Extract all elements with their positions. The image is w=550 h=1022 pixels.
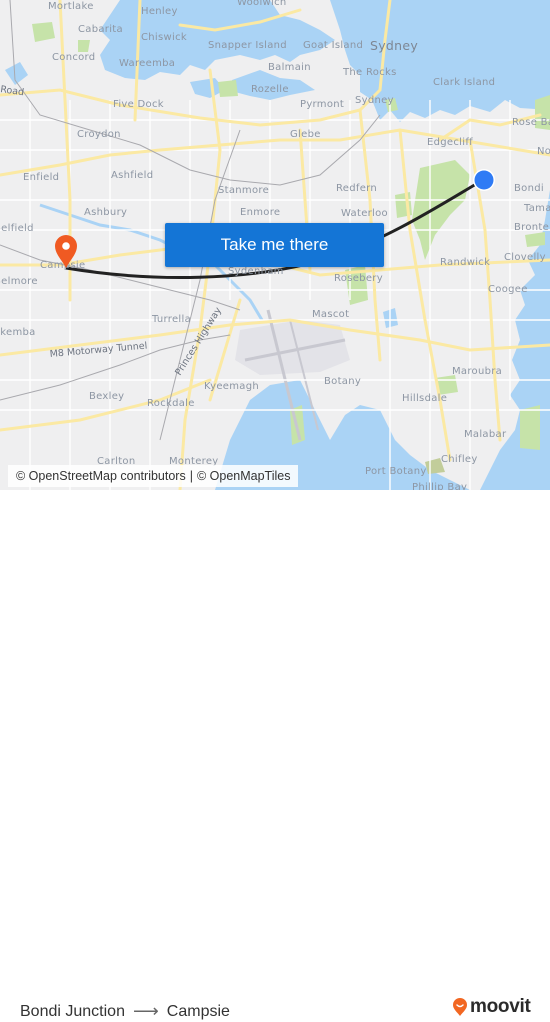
osm-attribution-link[interactable]: © OpenStreetMap contributors xyxy=(16,469,186,483)
place-label: Clark Island xyxy=(433,77,495,88)
place-label: Rosebery xyxy=(334,273,383,284)
origin-marker-icon[interactable] xyxy=(473,169,495,191)
place-label: Rockdale xyxy=(147,398,195,409)
place-label: Balmain xyxy=(268,62,311,73)
place-label: Bronte xyxy=(514,222,549,233)
place-label: Kyeemagh xyxy=(204,381,259,392)
city-label: Sydney xyxy=(370,38,418,53)
place-label: Five Dock xyxy=(113,99,164,110)
map-view[interactable]: Mortlake Henley Woolwich Cabarita Chiswi… xyxy=(0,0,550,490)
place-label: Goat Island xyxy=(303,40,363,51)
place-label: Snapper Island xyxy=(208,40,287,51)
place-label: Bexley xyxy=(89,391,124,402)
place-label: Redfern xyxy=(336,183,377,194)
place-label: Enmore xyxy=(240,207,280,218)
place-label: North Bondi xyxy=(537,146,550,157)
place-label: Wareemba xyxy=(119,58,175,69)
place-label: Glebe xyxy=(290,129,321,140)
place-label: Waterloo xyxy=(341,208,388,219)
place-label: Stanmore xyxy=(218,185,269,196)
place-label: Botany xyxy=(324,376,361,387)
map-attribution: © OpenStreetMap contributors | © OpenMap… xyxy=(8,465,299,487)
place-label: Coogee xyxy=(488,284,528,295)
place-label: Chiswick xyxy=(141,32,187,43)
place-label: Malabar xyxy=(464,429,507,440)
place-label: Concord xyxy=(52,52,95,63)
moovit-wordmark: moovit xyxy=(470,996,531,1017)
place-label: The Rocks xyxy=(342,67,397,78)
attribution-separator: | xyxy=(189,469,193,483)
place-label: Sydney xyxy=(355,95,394,106)
place-label: Edgecliff xyxy=(427,137,473,148)
place-label: Phillip Bay xyxy=(412,482,467,490)
place-label: Mascot xyxy=(312,309,349,320)
place-label: Sydenham xyxy=(228,266,284,277)
place-label: Lakemba xyxy=(0,327,36,338)
place-label: Chifley xyxy=(441,454,478,465)
place-label: Henley xyxy=(141,6,178,17)
destination-name: Campsie xyxy=(166,1002,230,1020)
moovit-pin-icon xyxy=(453,998,467,1016)
place-label: Belmore xyxy=(0,276,38,287)
place-label: Randwick xyxy=(440,257,490,268)
place-label: Maroubra xyxy=(452,366,502,377)
place-label: Tamarama xyxy=(523,203,550,214)
place-label: Croydon xyxy=(77,129,121,140)
place-label: Ashfield xyxy=(111,170,153,181)
place-label: Rose Bay xyxy=(512,117,550,128)
place-label: Belfield xyxy=(0,223,34,234)
place-label: Woolwich xyxy=(237,0,287,8)
moovit-logo[interactable]: moovit xyxy=(452,996,531,1018)
take-me-there-button[interactable]: Take me there xyxy=(165,223,384,267)
place-label: Ashbury xyxy=(84,207,127,218)
place-label: Clovelly xyxy=(504,252,546,263)
place-label: Port Botany xyxy=(365,466,427,477)
place-label: Mortlake xyxy=(48,1,94,12)
origin-name: Bondi Junction xyxy=(20,1002,125,1020)
place-label: Turrella xyxy=(151,314,191,325)
openmaptiles-attribution-link[interactable]: © OpenMapTiles xyxy=(197,469,291,483)
place-label: Cabarita xyxy=(78,24,123,35)
route-title: Bondi Junction ⟶ Campsie xyxy=(20,1001,230,1022)
place-label: Pyrmont xyxy=(300,99,344,110)
footer-bar: Bondi Junction ⟶ Campsie moovit xyxy=(0,490,550,1021)
place-label: Rozelle xyxy=(251,84,289,95)
place-label: Enfield xyxy=(23,172,59,183)
place-label: Bondi xyxy=(514,183,544,194)
arrow-right-icon: ⟶ xyxy=(132,1001,159,1021)
place-label: Hillsdale xyxy=(402,393,447,404)
